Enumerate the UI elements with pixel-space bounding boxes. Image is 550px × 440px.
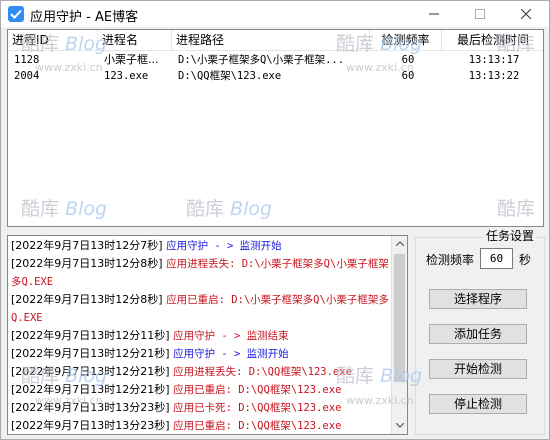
shield-check-icon <box>8 6 24 22</box>
log-output[interactable]: [2022年9月7日13时12分7秒] 应用守护 - > 监测开始 [2022年9… <box>7 235 408 435</box>
log-timestamp: [2022年9月7日13时12分11秒] <box>11 329 170 342</box>
select-program-button[interactable]: 选择程序 <box>429 289 527 309</box>
log-line: [2022年9月7日13时12分8秒] 应用进程丢失: D:\小栗子框架多Q\小… <box>11 255 397 291</box>
log-message: 应用守护 - > 监测开始 <box>173 348 289 360</box>
maximize-button[interactable] <box>457 1 503 27</box>
add-task-button[interactable]: 添加任务 <box>429 324 527 344</box>
log-message: 应用已重启: D:\QQ框架\123.exe <box>173 420 342 432</box>
log-timestamp: [2022年9月7日13时13分23秒] <box>11 419 170 432</box>
log-lines: [2022年9月7日13时12分7秒] 应用守护 - > 监测开始 [2022年9… <box>11 237 397 434</box>
cell-pid: 2004 <box>14 70 40 82</box>
process-list-header: 进程ID 进程名 进程路径 检测频率 最后检测时间 <box>8 30 543 51</box>
log-line: [2022年9月7日13时12分21秒] 应用进程丢失: D:\QQ框架\123… <box>11 363 397 381</box>
chevron-down-icon <box>396 423 404 428</box>
log-timestamp: [2022年9月7日13时13分23秒] <box>11 401 170 414</box>
log-line: [2022年9月7日13时12分8秒] 应用已重启: D:\小栗子框架多Q\小栗… <box>11 291 397 327</box>
column-header-pid[interactable]: 进程ID <box>8 30 98 51</box>
stop-check-button[interactable]: 停止检测 <box>429 394 527 414</box>
app-window: 应用守护 - AE博客 进程ID 进程名 进程路径 检测频率 最后检测时间 11… <box>0 0 550 440</box>
frequency-label: 检测频率 <box>426 253 475 267</box>
log-message: 应用进程丢失: D:\QQ框架\123.exe <box>173 366 352 378</box>
log-scrollbar[interactable] <box>391 236 407 434</box>
cell-last-check: 13:13:22 <box>468 70 520 82</box>
start-check-button[interactable]: 开始检测 <box>429 359 527 379</box>
cell-frequency: 60 <box>401 70 415 82</box>
process-list[interactable]: 进程ID 进程名 进程路径 检测频率 最后检测时间 1128 小栗子框... D… <box>7 29 544 227</box>
cell-last-check: 13:13:17 <box>468 54 520 66</box>
cell-path: D:\QQ框架\123.exe <box>178 70 282 82</box>
chevron-up-icon <box>396 241 404 246</box>
scroll-up-button[interactable] <box>392 236 407 252</box>
frequency-unit: 秒 <box>519 253 532 267</box>
process-row[interactable]: 1128 小栗子框... D:\小栗子框架多Q\小栗子框架... 60 13:1… <box>8 52 543 68</box>
cell-pid: 1128 <box>14 54 40 66</box>
log-message: 应用守护 - > 监测结束 <box>173 330 289 342</box>
log-timestamp: [2022年9月7日13时12分21秒] <box>11 383 170 396</box>
column-header-last-check[interactable]: 最后检测时间 <box>442 30 543 51</box>
log-line: [2022年9月7日13时13分23秒] 应用已卡死: D:\QQ框架\123.… <box>11 399 397 417</box>
log-line: [2022年9月7日13时12分21秒] 应用已重启: D:\QQ框架\123.… <box>11 381 397 399</box>
minimize-button[interactable] <box>411 1 457 27</box>
cell-path: D:\小栗子框架多Q\小栗子框架... <box>178 54 345 66</box>
maximize-icon <box>475 9 485 19</box>
frequency-input[interactable]: 60 <box>480 248 513 269</box>
minimize-icon <box>429 13 439 15</box>
log-message: 应用已卡死: D:\QQ框架\123.exe <box>173 402 342 414</box>
process-row[interactable]: 2004 123.exe D:\QQ框架\123.exe 60 13:13:22 <box>8 68 543 84</box>
cell-name: 123.exe <box>104 70 149 82</box>
close-icon <box>521 9 531 19</box>
log-message: 应用已重启: D:\QQ框架\123.exe <box>173 384 342 396</box>
log-timestamp: [2022年9月7日13时12分8秒] <box>11 257 163 270</box>
log-line: [2022年9月7日13时13分23秒] 应用已重启: D:\QQ框架\123.… <box>11 417 397 434</box>
log-line: [2022年9月7日13时12分7秒] 应用守护 - > 监测开始 <box>11 237 397 255</box>
log-message: 应用守护 - > 监测开始 <box>166 240 282 252</box>
log-line: [2022年9月7日13时12分21秒] 应用守护 - > 监测开始 <box>11 345 397 363</box>
close-button[interactable] <box>503 1 549 27</box>
log-timestamp: [2022年9月7日13时12分8秒] <box>11 293 163 306</box>
scroll-thumb[interactable] <box>394 254 405 382</box>
log-line: [2022年9月7日13时12分11秒] 应用守护 - > 监测结束 <box>11 327 397 345</box>
scroll-down-button[interactable] <box>392 418 407 434</box>
cell-frequency: 60 <box>401 54 415 66</box>
task-settings-title: 任务设置 <box>484 227 537 244</box>
log-timestamp: [2022年9月7日13时12分21秒] <box>11 347 170 360</box>
cell-name: 小栗子框... <box>104 53 159 66</box>
column-header-path[interactable]: 进程路径 <box>172 30 370 51</box>
log-timestamp: [2022年9月7日13时12分7秒] <box>11 239 163 252</box>
window-title: 应用守护 - AE博客 <box>30 10 139 25</box>
title-bar[interactable]: 应用守护 - AE博客 <box>1 1 549 27</box>
log-timestamp: [2022年9月7日13时12分21秒] <box>11 365 170 378</box>
column-header-name[interactable]: 进程名 <box>98 30 172 51</box>
column-header-frequency[interactable]: 检测频率 <box>370 30 442 51</box>
